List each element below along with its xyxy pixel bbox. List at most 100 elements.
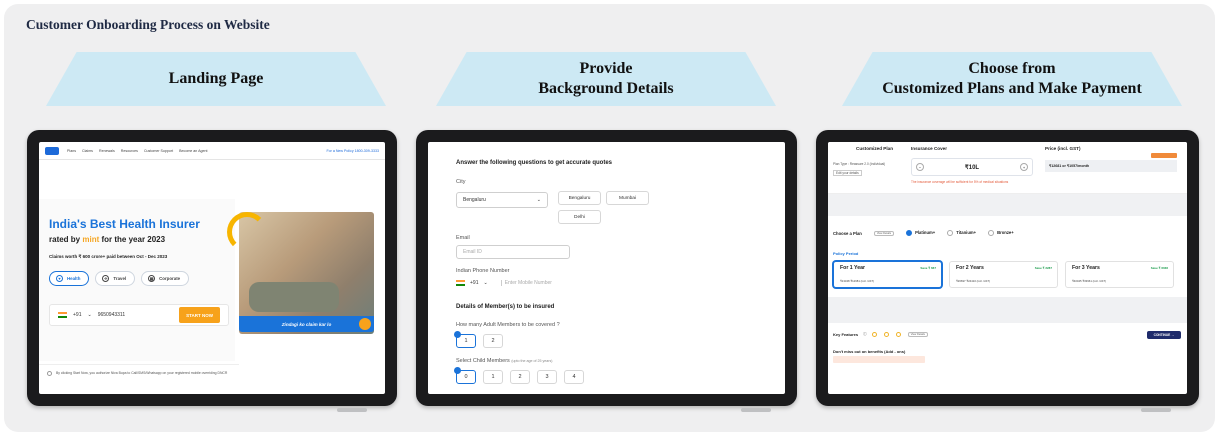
period-price: ₹40045 ₹33961 (incl. GST) xyxy=(1072,279,1107,283)
email-field[interactable]: Email ID xyxy=(456,245,570,259)
pill-corporate[interactable]: ▦ Corporate xyxy=(141,271,190,286)
child-option-2[interactable]: 2 xyxy=(510,370,530,384)
city-select[interactable]: Bengaluru ⌄ xyxy=(456,192,548,208)
customized-plan-title: Customized Plan xyxy=(856,146,894,151)
key-features-row: Key Features ⓘ View Details xyxy=(833,332,928,337)
plan-options: Choose a Plan View Details Platinum+ Tit… xyxy=(833,230,1014,236)
family-on-sofa-image xyxy=(249,282,339,312)
period-card-1yr[interactable]: For 1 Year Save ₹ 667 ₹13348 ₹12681 (inc… xyxy=(833,261,942,288)
step-3-label-line1: Choose from xyxy=(968,60,1056,77)
child-option-4[interactable]: 4 xyxy=(564,370,584,384)
radio-icon xyxy=(947,230,954,236)
tablet-stand xyxy=(741,408,771,412)
plus-icon[interactable]: + xyxy=(1020,163,1028,171)
city-chip-delhi[interactable]: Delhi xyxy=(558,210,601,224)
view-details-link[interactable]: View Details xyxy=(873,230,895,236)
feature-chip xyxy=(895,332,903,337)
nav-claims[interactable]: Claims xyxy=(82,149,93,153)
period-save: Save ₹ 6036 xyxy=(1150,266,1168,270)
pill-travel[interactable]: ✈ Travel xyxy=(95,271,136,286)
disclaimer: By clicking Start Now, you authorize Niv… xyxy=(39,364,239,394)
details-screen: Answer the following questions to get ac… xyxy=(428,142,785,394)
adult-option-1[interactable]: 1 xyxy=(454,331,476,348)
nav-resources[interactable]: Resources xyxy=(121,149,138,153)
diagram-title: Customer Onboarding Process on Website xyxy=(26,17,270,32)
plan-option-platinum-label: Platinum+ xyxy=(915,230,936,236)
plan-option-platinum[interactable]: Platinum+ xyxy=(906,230,935,236)
chat-bubble-icon[interactable] xyxy=(359,318,371,330)
child-option-3[interactable]: 3 xyxy=(537,370,557,384)
info-icon: ⓘ xyxy=(863,332,867,336)
nav-plans[interactable]: Plans xyxy=(67,149,76,153)
child-label-text: Select Child Members xyxy=(456,358,510,364)
period-save: Save ₹ 667 xyxy=(920,266,936,270)
plan-option-bronze[interactable]: Bronze+ xyxy=(988,230,1014,236)
product-pills: ♥ Health ✈ Travel ▦ Corporate xyxy=(49,271,190,286)
country-code[interactable]: +91 xyxy=(470,280,478,286)
period-price: ₹26697 ₹24410 (incl. GST) xyxy=(956,279,991,283)
step-2-banner: Provide Background Details xyxy=(436,52,776,106)
step-1-banner: Landing Page xyxy=(46,52,386,106)
nav-renewals[interactable]: Renewals xyxy=(99,149,115,153)
city-chip-mumbai[interactable]: Mumbai xyxy=(606,191,649,205)
subline-brand: mint xyxy=(82,235,100,244)
view-details-link[interactable]: View Details xyxy=(907,332,928,337)
phone-field[interactable]: Enter Mobile Number xyxy=(500,280,552,286)
landing-tablet: Plans Claims Renewals Resources Customer… xyxy=(27,130,397,412)
brand-logo[interactable] xyxy=(45,146,59,155)
feature-dot-icon xyxy=(871,332,877,337)
city-label: City xyxy=(456,179,466,185)
period-save: Save ₹ 2287 xyxy=(1034,266,1052,270)
nav-agent[interactable]: Become an Agent xyxy=(179,149,207,153)
hero-subline: rated by mint for the year 2023 xyxy=(49,235,165,244)
city-chip-bengaluru[interactable]: Bengaluru xyxy=(558,191,601,205)
child-option-1[interactable]: 1 xyxy=(483,370,503,384)
step-3-banner: Choose from Customized Plans and Make Pa… xyxy=(842,52,1182,106)
phone-input-row[interactable]: +91 ⌄ 9650943311 START NOW xyxy=(49,304,229,326)
continue-button[interactable]: CONTINUE → xyxy=(1147,331,1181,339)
cover-value: ₹10L xyxy=(964,164,980,171)
start-now-button[interactable]: START NOW xyxy=(179,307,220,323)
country-code[interactable]: +91 xyxy=(73,312,81,318)
email-label: Email xyxy=(456,235,470,241)
plan-option-titanium[interactable]: Titanium+ xyxy=(947,230,976,236)
period-card-2yr[interactable]: For 2 Years Save ₹ 2287 ₹26697 ₹24410 (i… xyxy=(949,261,1058,288)
choose-plan-label: Choose a Plan xyxy=(833,230,862,236)
nav-support[interactable]: Customer Support xyxy=(144,149,173,153)
radio-icon xyxy=(988,230,995,236)
plan-option-titanium-label: Titanium+ xyxy=(956,230,977,236)
landing-screen: Plans Claims Renewals Resources Customer… xyxy=(39,142,385,394)
check-icon xyxy=(454,331,461,338)
subline-prefix: rated by xyxy=(49,235,81,244)
spacer-band xyxy=(828,194,1187,216)
cover-title: Insurance Cover xyxy=(911,146,947,151)
edit-details-button[interactable]: Edit your details xyxy=(833,170,862,176)
tablet-stand xyxy=(1141,408,1171,412)
phone-row: +91 ⌄ Enter Mobile Number xyxy=(456,280,552,286)
cover-note: The insurance coverage will be sufficien… xyxy=(911,180,1009,184)
pill-corporate-label: Corporate xyxy=(159,276,181,281)
minus-icon[interactable]: − xyxy=(916,163,924,171)
plane-icon: ✈ xyxy=(102,275,110,282)
radio-icon[interactable] xyxy=(47,371,52,376)
adults-question: How many Adult Members to be covered ? xyxy=(456,322,560,328)
spacer-band xyxy=(828,297,1187,323)
price-text: ₹12681 or ₹1057/month xyxy=(1045,160,1177,172)
details-tablet: Answer the following questions to get ac… xyxy=(416,130,797,412)
pill-health[interactable]: ♥ Health xyxy=(49,271,90,286)
price-title: Price (incl. GST) xyxy=(1045,146,1081,151)
feature-dot-icon xyxy=(895,332,901,337)
adult-option-2[interactable]: 2 xyxy=(483,334,503,348)
child-option-0[interactable]: 0 xyxy=(454,367,476,384)
child-hint: (upto the age of 25 years) xyxy=(511,359,553,363)
cover-stepper[interactable]: − ₹10L + xyxy=(911,158,1033,176)
claims-text: Claims worth ₹ 600 crore+ paid between O… xyxy=(49,254,168,259)
pill-travel-label: Travel xyxy=(113,276,127,281)
india-flag-icon xyxy=(456,280,465,286)
phone-value[interactable]: 9650943311 xyxy=(98,312,125,318)
members-heading: Details of Member(s) to be insured xyxy=(456,304,555,310)
period-card-3yr[interactable]: For 3 Years Save ₹ 6036 ₹40045 ₹33961 (i… xyxy=(1065,261,1174,288)
step-2-label-line2: Background Details xyxy=(538,80,674,97)
nav-helpline[interactable]: For a New Policy 1800-309-3333 xyxy=(326,149,379,153)
plan-option-bronze-label: Bronze+ xyxy=(997,230,1014,236)
